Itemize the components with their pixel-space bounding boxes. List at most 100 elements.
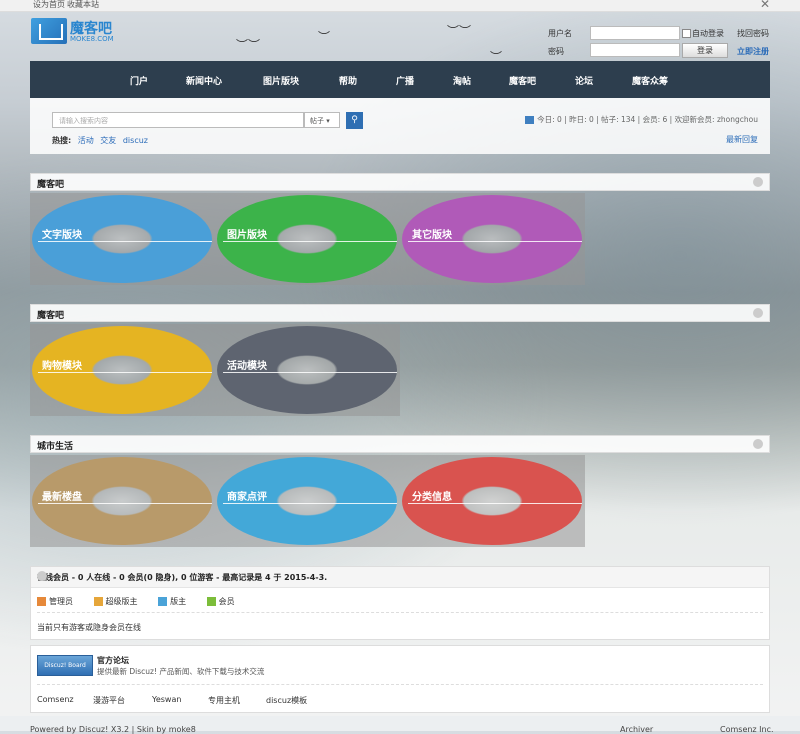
auto-login-checkbox[interactable] [682,29,691,38]
tile-divider [223,241,397,242]
search-input[interactable]: 请输入搜索内容 [52,112,304,128]
tile-label: 图片版块 [227,230,267,241]
forum-tile[interactable]: 其它版块 [400,193,585,285]
divider [37,612,763,613]
nav-item-moke8[interactable]: 魔客吧 [509,74,536,87]
bird-icon: ︶︶ [447,24,472,38]
tile-label: 最新楼盘 [42,492,82,503]
tile-label: 活动模块 [227,361,267,372]
forum-stats: 今日: 0 | 昨日: 0 | 帖子: 134 | 会员: 6 | 欢迎新会员:… [525,114,758,125]
hot-keyword[interactable]: 交友 [100,136,116,145]
hot-searches: 热搜: 活动 交友 discuz [52,135,148,146]
official-forum-desc: 提供最新 Discuz! 产品新闻、软件下载与技术交流 [97,667,265,676]
discuz-logo[interactable]: Discuz! Board [37,655,93,676]
site-logo[interactable]: 魔客吧 MOKE8.COM [31,18,121,46]
divider [37,684,763,685]
forum-tile[interactable]: 活动模块 [215,324,400,416]
chart-icon [525,116,535,124]
tile-divider [408,503,582,504]
password-input[interactable] [590,43,680,57]
username-input[interactable] [590,26,680,40]
friend-link[interactable]: discuz模板 [266,695,307,706]
search-scope-select[interactable]: 帖子 ▾ [304,112,340,128]
close-icon[interactable]: ✕ [760,0,770,11]
forum-tile[interactable]: 商家点评 [215,455,400,547]
forum-tile[interactable]: 文字版块 [30,193,215,285]
auto-login-label: 自动登录 [692,29,724,38]
official-forum-link[interactable]: 官方论坛 [97,655,129,666]
friend-link[interactable]: 专用主机 [208,695,240,706]
tile-label: 其它版块 [412,230,452,241]
section-title: 城市生活 [37,442,74,452]
section-tiles: 购物模块 活动模块 [30,324,400,416]
logo-domain: MOKE8.COM [70,35,114,43]
section-header: 魔客吧 [30,173,770,191]
legend-label: 超级版主 [105,597,138,606]
online-members-panel: 在线会员 - 0 人在线 - 0 会员(0 隐身), 0 位游客 - 最高记录是… [30,566,770,640]
hot-label: 热搜: [52,136,72,145]
nav-item-images[interactable]: 图片版块 [263,74,299,87]
tile-divider [38,503,212,504]
password-label: 密码 [548,47,564,56]
friend-link[interactable]: 漫游平台 [93,695,125,706]
collapse-icon[interactable] [753,308,763,318]
tile-divider [38,372,212,373]
tile-label: 购物模块 [42,361,82,372]
register-link[interactable]: 立即注册 [737,46,769,57]
section-header: 城市生活 [30,435,770,453]
member-legend: 管理员 超级版主 版主 会员 [37,596,253,607]
search-bar: 请输入搜索内容 帖子 ▾ ⚲ 热搜: 活动 交友 discuz 今日: 0 | … [30,98,770,154]
legend-label: 会员 [218,597,235,606]
forum-tile[interactable]: 分类信息 [400,455,585,547]
footer: Powered by Discuz! X3.2 | Skin by moke8 … [0,716,800,734]
nav-item-broadcast[interactable]: 广播 [396,74,414,87]
section-header: 魔客吧 [30,304,770,322]
set-home-link[interactable]: 设为首页 [33,0,65,10]
admin-icon [37,597,46,606]
bird-icon: ︶ [318,30,331,44]
forum-tile[interactable]: 购物模块 [30,324,215,416]
search-scope-value: 帖子 [310,117,324,125]
login-form: 用户名 自动登录 找回密码 密码 登录 立即注册 [540,26,780,62]
search-button[interactable]: ⚲ [346,112,363,129]
tile-label: 文字版块 [42,230,82,241]
friend-link[interactable]: Yeswan [152,695,181,704]
nav-item-news[interactable]: 新闻中心 [186,74,222,87]
bird-icon: ︶︶ [236,38,261,52]
archiver-link[interactable]: Archiver [620,725,653,734]
online-note: 当前只有游客或隐身会员在线 [37,623,141,632]
tile-divider [408,241,582,242]
nav-item-collections[interactable]: 淘帖 [453,74,471,87]
latest-reply-link[interactable]: 最新回复 [726,134,758,145]
online-title: 在线会员 - 0 人在线 - 0 会员(0 隐身), 0 位游客 - 最高记录是… [37,573,328,582]
forum-tile[interactable]: 图片版块 [215,193,400,285]
forgot-password-link[interactable]: 找回密码 [737,28,769,39]
nav-item-help[interactable]: 帮助 [339,74,357,87]
logo-icon [31,18,67,44]
hot-keyword[interactable]: 活动 [78,136,94,145]
online-header: 在线会员 - 0 人在线 - 0 会员(0 隐身), 0 位游客 - 最高记录是… [31,567,769,588]
legend-label: 版主 [170,597,187,606]
friend-link[interactable]: Comsenz [37,695,74,704]
search-icon: ⚲ [351,115,358,125]
member-icon [206,597,216,606]
login-button[interactable]: 登录 [682,43,728,58]
username-label: 用户名 [548,29,572,38]
tile-label: 分类信息 [412,492,452,503]
moderator-icon [158,597,168,606]
collapse-icon[interactable] [753,177,763,187]
nav-item-crowdfunding[interactable]: 魔客众筹 [632,74,668,87]
hot-keyword[interactable]: discuz [123,136,148,145]
section-title: 魔客吧 [37,180,65,190]
nav-item-forum[interactable]: 论坛 [575,74,593,87]
forum-tile[interactable]: 最新楼盘 [30,455,215,547]
chevron-down-icon: ▾ [326,117,330,125]
collapse-icon[interactable] [37,571,47,581]
collapse-icon[interactable] [753,439,763,449]
stats-text: 今日: 0 | 昨日: 0 | 帖子: 134 | 会员: 6 | 欢迎新会员:… [537,115,758,124]
nav-item-portal[interactable]: 门户 [130,74,148,87]
bookmark-link[interactable]: 收藏本站 [67,0,99,10]
legend-label: 管理员 [49,597,73,606]
section-tiles: 最新楼盘 商家点评 分类信息 [30,455,585,547]
company-name: Comsenz Inc. [720,725,774,734]
